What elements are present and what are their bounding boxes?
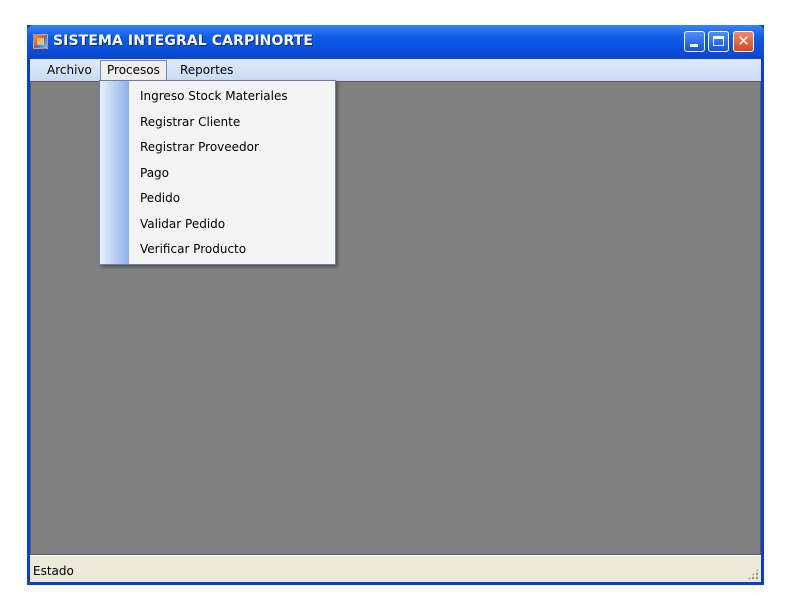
minimize-button[interactable] [684, 31, 705, 52]
minimize-icon [690, 44, 698, 47]
menu-item-pago[interactable]: Pago [140, 163, 169, 183]
menu-item-registrar-proveedor[interactable]: Registrar Proveedor [140, 137, 259, 157]
menu-reportes[interactable]: Reportes [174, 61, 239, 79]
menu-item-pedido[interactable]: Pedido [140, 188, 180, 208]
menu-item-verificar-producto[interactable]: Verificar Producto [140, 239, 246, 259]
maximize-button[interactable] [708, 31, 729, 52]
menu-archivo[interactable]: Archivo [41, 61, 98, 79]
procesos-dropdown-menu: Ingreso Stock Materiales Registrar Clien… [99, 80, 336, 265]
menu-image-margin [100, 81, 129, 264]
status-bar: Estado [30, 555, 761, 582]
app-form-icon[interactable] [33, 34, 48, 49]
close-button[interactable]: ✕ [733, 31, 754, 52]
window-title: SISTEMA INTEGRAL CARPINORTE [53, 33, 314, 49]
menu-bar: Archivo Procesos Reportes [30, 59, 761, 81]
resize-grip-icon[interactable] [747, 568, 759, 580]
menu-item-ingreso-stock-materiales[interactable]: Ingreso Stock Materiales [140, 86, 288, 106]
title-bar[interactable]: SISTEMA INTEGRAL CARPINORTE ✕ [27, 25, 764, 59]
menu-item-registrar-cliente[interactable]: Registrar Cliente [140, 112, 240, 132]
maximize-icon [713, 36, 724, 46]
close-icon: ✕ [737, 32, 750, 50]
menu-item-validar-pedido[interactable]: Validar Pedido [140, 214, 225, 234]
status-label: Estado [33, 564, 74, 578]
menu-procesos[interactable]: Procesos [100, 60, 167, 81]
